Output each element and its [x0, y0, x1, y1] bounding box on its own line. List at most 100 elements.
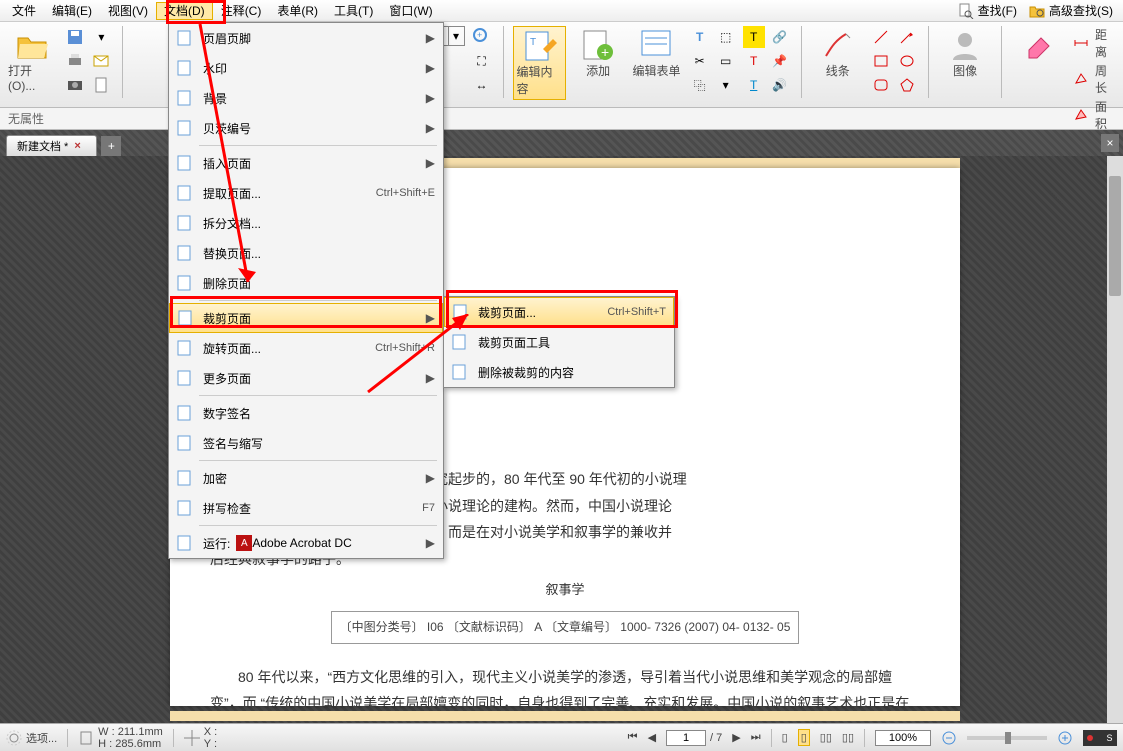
prev-page-button[interactable]: ◀	[648, 731, 656, 744]
menu-item[interactable]: 拆分文档...	[169, 208, 443, 238]
area-tool[interactable]	[1071, 104, 1091, 126]
menu-item[interactable]: 裁剪页面...Ctrl+Shift+T	[444, 297, 674, 327]
menu-item[interactable]: 替换页面...	[169, 238, 443, 268]
strike-tool[interactable]: T	[743, 50, 765, 72]
menu-item-label: 更多页面	[203, 370, 251, 387]
menu-7[interactable]: 窗口(W)	[381, 2, 440, 20]
menu-item[interactable]: 加密▶	[169, 463, 443, 493]
save-dropdown[interactable]: ▾	[90, 26, 112, 48]
sound-tool[interactable]: 🔊	[769, 74, 791, 96]
layout-single[interactable]: ▯	[782, 731, 788, 744]
crop-tool[interactable]: ✂	[689, 50, 711, 72]
menu-1[interactable]: 编辑(E)	[44, 2, 100, 20]
menu-item[interactable]: 旋转页面...Ctrl+Shift+R	[169, 333, 443, 363]
menu-adv-find[interactable]: 高级查找(S)	[1023, 2, 1119, 19]
edit-form-button[interactable]: 编辑表单	[630, 26, 682, 81]
shortcut-label: F7	[422, 502, 435, 514]
open-button[interactable]: 打开(O)...	[6, 26, 58, 95]
menu-item[interactable]: 更多页面▶	[169, 363, 443, 393]
zoom-status-input[interactable]	[875, 730, 931, 746]
printer-icon	[67, 53, 83, 69]
menu-item[interactable]: 水印▶	[169, 53, 443, 83]
fit-width-button[interactable]: ↔	[471, 74, 493, 96]
menu-item[interactable]: 裁剪页面▶	[169, 303, 443, 333]
perimeter-tool[interactable]	[1071, 68, 1091, 90]
menu-6[interactable]: 工具(T)	[326, 2, 381, 20]
print-button[interactable]	[64, 50, 86, 72]
menu-item[interactable]: 裁剪页面工具	[444, 327, 674, 357]
next-page-button[interactable]: ▶	[732, 731, 740, 744]
menu-4[interactable]: 注释(C)	[213, 2, 270, 20]
menu-item[interactable]: 数字签名	[169, 398, 443, 428]
menu-item[interactable]: 插入页面▶	[169, 148, 443, 178]
folder-open-icon	[15, 28, 49, 62]
fit-page-button[interactable]: ⛶	[471, 50, 493, 72]
close-tab-icon[interactable]: ×	[74, 140, 86, 152]
zoom-slider[interactable]	[967, 736, 1047, 740]
menu-3[interactable]: 文档(D)	[156, 2, 213, 20]
email-button[interactable]	[90, 50, 112, 72]
menu-item[interactable]: 运行:A Adobe Acrobat DC▶	[169, 528, 443, 558]
menu-item[interactable]: 提取页面...Ctrl+Shift+E	[169, 178, 443, 208]
page-input[interactable]	[666, 730, 706, 746]
zoom-out-status[interactable]	[941, 730, 957, 746]
menu-item-label: 数字签名	[203, 405, 251, 422]
eraser-button[interactable]	[1012, 26, 1064, 64]
rect-shape[interactable]	[870, 50, 892, 72]
layout-facing[interactable]: ▯▯	[820, 731, 832, 744]
page-number[interactable]: / 7	[666, 730, 722, 746]
image-button[interactable]: 图像	[939, 26, 991, 81]
vertical-scrollbar[interactable]	[1107, 156, 1123, 723]
roundrect-shape[interactable]	[870, 74, 892, 96]
save-button[interactable]	[64, 26, 86, 48]
menu-item[interactable]: 签名与缩写	[169, 428, 443, 458]
highlight-tool[interactable]: T	[743, 26, 765, 48]
last-page-button[interactable]: ⏭	[751, 731, 761, 744]
line-shape[interactable]	[870, 26, 892, 48]
menu-item-label: 裁剪页面...	[478, 304, 536, 321]
link-tool[interactable]: 🔗	[769, 26, 791, 48]
magnifier-plus-icon: +	[472, 27, 492, 47]
menu-5[interactable]: 表单(R)	[269, 2, 326, 20]
edit-content-button[interactable]: T 编辑内容	[513, 26, 566, 100]
submenu-arrow-icon: ▶	[426, 61, 435, 75]
menu-item[interactable]: 页眉页脚▶	[169, 23, 443, 53]
menu-item[interactable]: 删除页面	[169, 268, 443, 298]
document-tab[interactable]: 新建文档 * ×	[6, 135, 97, 156]
menu-item[interactable]: 拼写检查F7	[169, 493, 443, 523]
zoom-in-status[interactable]	[1057, 730, 1073, 746]
first-page-button[interactable]: ⏮	[628, 731, 638, 744]
new-doc-button[interactable]	[90, 74, 112, 96]
add-button[interactable]: + 添加	[572, 26, 624, 81]
circle-shape[interactable]	[896, 50, 918, 72]
pencil-lines-icon	[821, 28, 855, 62]
underline-tool[interactable]: T	[743, 74, 765, 96]
text-box-tool[interactable]: ▭	[715, 50, 737, 72]
menu-item[interactable]: 贝茨编号▶	[169, 113, 443, 143]
scan-button[interactable]	[64, 74, 86, 96]
scrollbar-thumb[interactable]	[1109, 176, 1121, 296]
close-all-tabs-button[interactable]: ×	[1101, 134, 1119, 152]
menu-0[interactable]: 文件	[4, 2, 44, 20]
menu-item-icon	[175, 468, 195, 488]
menu-item[interactable]: 删除被裁剪的内容	[444, 357, 674, 387]
options-button[interactable]: 选项...	[6, 730, 57, 746]
add-tab-button[interactable]: +	[101, 136, 121, 156]
layout-continuous[interactable]: ▯	[798, 729, 810, 746]
polygon-shape[interactable]	[896, 74, 918, 96]
arrow-shape[interactable]	[896, 26, 918, 48]
text-tool[interactable]: T	[689, 26, 711, 48]
menu-item-label: 删除页面	[203, 275, 251, 292]
distance-tool[interactable]	[1071, 32, 1091, 54]
edit-content-icon: T	[523, 29, 557, 63]
layout-facing-cont[interactable]: ▯▯	[842, 731, 854, 744]
pin-tool[interactable]: 📌	[769, 50, 791, 72]
zoom-tool-button[interactable]: +	[471, 26, 493, 48]
menu-item[interactable]: 背景▶	[169, 83, 443, 113]
menu-find[interactable]: 查找(F)	[952, 2, 1023, 19]
select-tool[interactable]: ⬚	[715, 26, 737, 48]
lines-button[interactable]: 线条	[812, 26, 864, 81]
more-tool[interactable]: ▾	[715, 74, 737, 96]
menu-2[interactable]: 视图(V)	[100, 2, 156, 20]
group-tool[interactable]: ⿻	[689, 74, 711, 96]
